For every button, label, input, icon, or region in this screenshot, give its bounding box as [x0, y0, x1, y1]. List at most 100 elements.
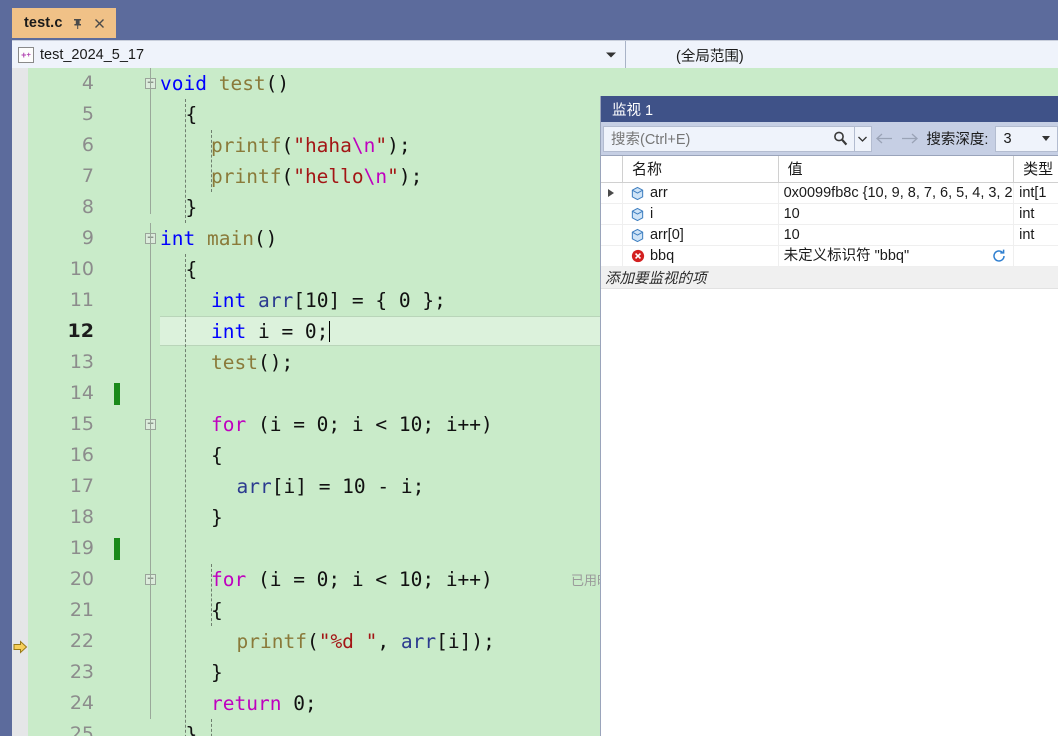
- line-number: 15: [69, 413, 94, 435]
- code-text: {: [160, 99, 198, 130]
- code-token: ,: [377, 630, 401, 653]
- watch-row-value-cell[interactable]: 未定义标识符 "bbq": [779, 246, 1015, 266]
- line-number: 13: [69, 351, 94, 373]
- code-token: void: [160, 72, 207, 95]
- code-text: int main(): [160, 223, 277, 254]
- line-number: 7: [81, 165, 94, 187]
- watch-row[interactable]: i 10 int: [601, 204, 1058, 225]
- code-text: void test(): [160, 68, 289, 99]
- code-token: printf: [211, 134, 282, 157]
- code-token: [i]);: [436, 630, 495, 653]
- code-token: arr: [246, 289, 294, 312]
- column-header-name[interactable]: 名称: [623, 156, 779, 182]
- code-token: test: [211, 351, 258, 374]
- code-token: ] = { 0 };: [328, 289, 446, 312]
- search-icon[interactable]: [828, 127, 854, 151]
- scope-dropdown[interactable]: (全局范围): [626, 41, 1058, 69]
- code-token: arr: [400, 630, 437, 653]
- code-token: (: [306, 630, 319, 653]
- line-number: 21: [69, 599, 94, 621]
- code-token: int: [160, 227, 196, 250]
- watch-row-name-cell[interactable]: arr[0]: [623, 225, 779, 245]
- watch-grid: 名称 值 类型 arr 0x0099fb8c {10, 9, 8, 7, 6, 5…: [601, 156, 1058, 289]
- refresh-icon[interactable]: [991, 248, 1007, 266]
- watch-row-expander-cell[interactable]: [601, 183, 623, 203]
- watch-row-value-cell[interactable]: 10: [779, 204, 1015, 224]
- column-header-value[interactable]: 值: [779, 156, 1015, 182]
- variable-icon: [630, 228, 645, 243]
- watch-row-expander-cell: [601, 204, 623, 224]
- code-token: i = 0;: [246, 320, 329, 343]
- arrow-right-icon[interactable]: [897, 126, 922, 152]
- code-token: printf: [211, 165, 282, 188]
- code-token: \n: [363, 165, 388, 188]
- watch-row-value-cell[interactable]: 10: [779, 225, 1015, 245]
- watch-row[interactable]: bbq 未定义标识符 "bbq": [601, 246, 1058, 267]
- variable-icon: [630, 186, 645, 201]
- indent-guide: [211, 130, 212, 192]
- add-watch-item-row[interactable]: 添加要监视的项: [601, 267, 1058, 289]
- watch-row[interactable]: arr 0x0099fb8c {10, 9, 8, 7, 6, 5, 4, 3, …: [601, 183, 1058, 204]
- watch-row-expander-cell: [601, 246, 623, 266]
- code-text: for (i = 0; i < 10; i++): [160, 409, 493, 440]
- watch-row-name-cell[interactable]: arr: [623, 183, 779, 203]
- code-text: printf("haha\n");: [160, 130, 411, 161]
- line-number: 17: [69, 475, 94, 497]
- line-number: 6: [81, 134, 94, 156]
- arrow-left-icon[interactable]: [872, 126, 897, 152]
- visual-studio-window: test.c ++ test_2024_5_17 (全局范围) 4−void t…: [0, 0, 1058, 736]
- watch-row-type-cell: int[1: [1019, 184, 1047, 201]
- search-placeholder: 搜索(Ctrl+E): [611, 132, 691, 148]
- code-token: for: [211, 413, 247, 436]
- watch-window-title: 监视 1: [601, 96, 1058, 122]
- code-text: test();: [160, 347, 293, 378]
- code-token: printf: [236, 630, 307, 653]
- project-dropdown[interactable]: + + test_2024_5_17: [12, 41, 626, 69]
- watch-row-value-cell[interactable]: 0x0099fb8c {10, 9, 8, 7, 6, 5, 4, 3, 2, …: [779, 183, 1015, 203]
- code-token: test: [206, 72, 266, 95]
- watch-row-value: 10: [783, 205, 800, 222]
- column-header-type[interactable]: 类型: [1014, 156, 1058, 182]
- close-icon[interactable]: [93, 17, 106, 30]
- code-text: for (i = 0; i < 10; i++): [160, 564, 493, 595]
- watch-toolbar: 搜索(Ctrl+E) 搜索深度: 3: [601, 122, 1058, 156]
- code-token: (i = 0; i < 10; i++): [246, 413, 493, 436]
- code-text: {: [160, 254, 198, 285]
- code-token: (: [281, 165, 294, 188]
- code-token: int: [211, 289, 247, 312]
- pin-icon[interactable]: [71, 17, 84, 30]
- code-token: }: [185, 196, 198, 219]
- code-token: {: [211, 444, 223, 467]
- line-number: 20: [69, 568, 94, 590]
- code-line[interactable]: 4−void test(): [28, 68, 1058, 99]
- search-depth-dropdown[interactable]: 3: [995, 125, 1058, 152]
- code-token: [: [293, 289, 305, 312]
- search-input[interactable]: 搜索(Ctrl+E): [603, 125, 872, 152]
- add-watch-item-label: 添加要监视的项: [605, 271, 707, 287]
- watch-row-name: arr: [649, 184, 668, 201]
- line-number: 8: [81, 196, 94, 218]
- code-text: }: [160, 657, 223, 688]
- chevron-down-icon: [606, 52, 616, 58]
- watch-row-name: bbq: [649, 247, 675, 264]
- line-number: 23: [69, 661, 94, 683]
- indent-guide: [211, 719, 212, 736]
- code-token: (: [281, 134, 294, 157]
- code-token: "haha: [293, 134, 352, 157]
- chevron-down-icon: [1041, 136, 1050, 141]
- watch-row-name-cell[interactable]: i: [623, 204, 779, 224]
- indicator-margin[interactable]: [12, 68, 28, 736]
- watch-row-type-cell: int: [1019, 226, 1035, 243]
- line-number: 12: [67, 320, 94, 342]
- code-token: ();: [257, 351, 294, 374]
- code-token: 0;: [281, 692, 317, 715]
- chevron-right-icon[interactable]: [608, 189, 615, 197]
- cpp-file-icon: + +: [18, 47, 34, 63]
- search-dropdown-icon[interactable]: [853, 126, 871, 151]
- watch-row[interactable]: arr[0] 10 int: [601, 225, 1058, 246]
- code-text: {: [160, 595, 223, 626]
- watch-row-name-cell[interactable]: bbq: [623, 246, 779, 266]
- tab-test-c[interactable]: test.c: [12, 8, 117, 38]
- code-text: printf("%d ", arr[i]);: [160, 626, 495, 657]
- watch-row-value: 10: [783, 226, 800, 243]
